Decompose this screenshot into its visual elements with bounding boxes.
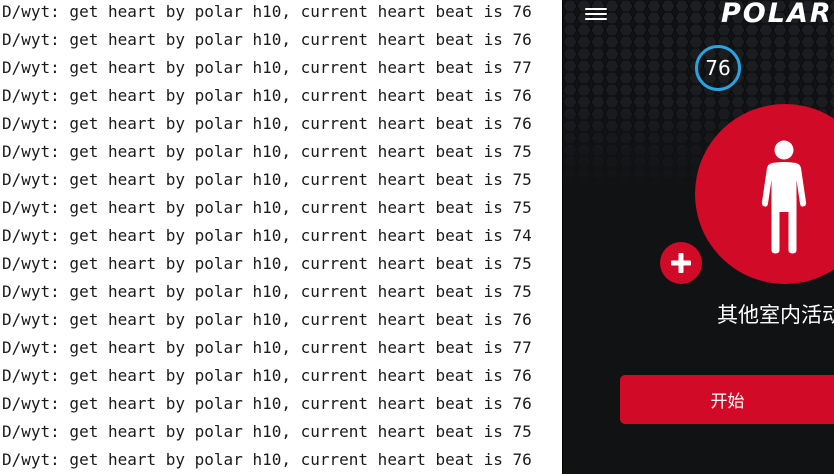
log-line: D/wyt: get heart by polar h10, current h… (2, 450, 532, 469)
heart-rate-value: 76 (705, 56, 731, 80)
log-line: D/wyt: get heart by polar h10, current h… (2, 58, 532, 77)
log-line: D/wyt: get heart by polar h10, current h… (2, 366, 532, 385)
log-line: D/wyt: get heart by polar h10, current h… (2, 338, 532, 357)
log-list: D/wyt: get heart by polar h10, current h… (2, 0, 532, 474)
log-console: D/wyt: get heart by polar h10, current h… (0, 0, 562, 474)
start-button[interactable]: 开始 (620, 375, 834, 424)
log-line: D/wyt: get heart by polar h10, current h… (2, 170, 532, 189)
heart-rate-indicator: 76 (695, 45, 741, 91)
hamburger-menu-icon[interactable] (585, 5, 607, 21)
log-line: D/wyt: get heart by polar h10, current h… (2, 310, 532, 329)
log-line: D/wyt: get heart by polar h10, current h… (2, 2, 532, 21)
log-line: D/wyt: get heart by polar h10, current h… (2, 114, 532, 133)
log-line: D/wyt: get heart by polar h10, current h… (2, 142, 532, 161)
person-standing-icon (761, 140, 807, 254)
sport-name-label: 其他室内活动 (717, 303, 834, 327)
start-button-label: 开始 (710, 392, 745, 412)
plus-icon (671, 253, 691, 273)
log-line: D/wyt: get heart by polar h10, current h… (2, 198, 532, 217)
polar-app-screen: POLAR 76 其他室内活动 开始 (562, 0, 834, 474)
log-line: D/wyt: get heart by polar h10, current h… (2, 254, 532, 273)
log-line: D/wyt: get heart by polar h10, current h… (2, 282, 532, 301)
log-line: D/wyt: get heart by polar h10, current h… (2, 30, 532, 49)
polar-logo: POLAR (721, 0, 833, 29)
screen-root: D/wyt: get heart by polar h10, current h… (0, 0, 834, 474)
log-line: D/wyt: get heart by polar h10, current h… (2, 226, 532, 245)
log-line: D/wyt: get heart by polar h10, current h… (2, 422, 532, 441)
log-line: D/wyt: get heart by polar h10, current h… (2, 394, 532, 413)
log-line: D/wyt: get heart by polar h10, current h… (2, 86, 532, 105)
add-sport-button[interactable] (660, 242, 702, 284)
